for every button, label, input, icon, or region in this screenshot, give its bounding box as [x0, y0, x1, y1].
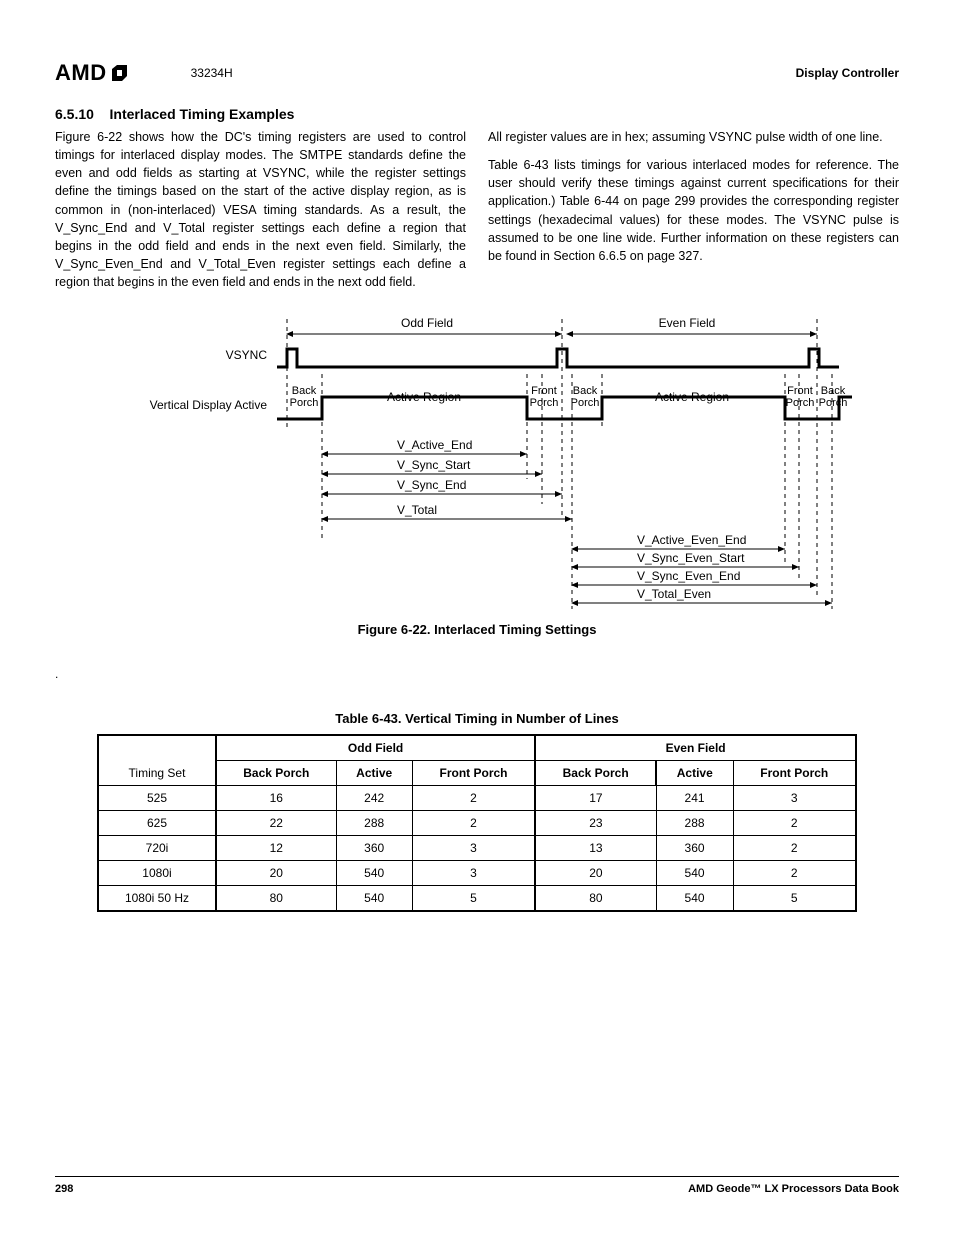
diagram-v-sync-start: V_Sync_Start — [397, 458, 471, 472]
table-cell: 80 — [535, 886, 656, 912]
table-cell: 1080i — [98, 861, 216, 886]
table-cell: 17 — [535, 786, 656, 811]
table-cell: 540 — [336, 861, 412, 886]
table-cell: 1080i 50 Hz — [98, 886, 216, 912]
diagram-v-sync-end: V_Sync_End — [397, 478, 466, 492]
diagram-v-active-even-end: V_Active_Even_End — [637, 533, 746, 547]
table-cell: 20 — [216, 861, 336, 886]
table-6-43: Timing Set Odd Field Even Field Back Por… — [97, 734, 857, 912]
table-cell: 540 — [336, 886, 412, 912]
diagram-front-porch-2: FrontPorch — [786, 385, 815, 409]
diagram-v-active-end: V_Active_End — [397, 438, 472, 452]
logo-text: AMD — [55, 60, 107, 86]
paragraph-2: All register values are in hex; assuming… — [488, 128, 899, 146]
diagram-active-region-2: Active Region — [655, 390, 729, 404]
table-row: 625222882232882 — [98, 811, 856, 836]
page-number: 298 — [55, 1183, 73, 1195]
col-group-odd: Odd Field — [216, 735, 535, 761]
table-cell: 3 — [412, 836, 535, 861]
diagram-v-total-even: V_Total_Even — [637, 587, 711, 601]
table-cell: 2 — [412, 786, 535, 811]
diagram-odd-field-label: Odd Field — [401, 316, 453, 330]
col-even-active: Active — [656, 761, 733, 786]
table-cell: 525 — [98, 786, 216, 811]
diagram-v-total: V_Total — [397, 503, 437, 517]
table-cell: 625 — [98, 811, 216, 836]
col-even-back-porch: Back Porch — [535, 761, 656, 786]
col-odd-back-porch: Back Porch — [216, 761, 336, 786]
diagram-v-sync-even-start: V_Sync_Even_Start — [637, 551, 745, 565]
col-odd-front-porch: Front Porch — [412, 761, 535, 786]
figure-caption: Figure 6-22. Interlaced Timing Settings — [55, 622, 899, 637]
paragraph-3: Table 6-43 lists timings for various int… — [488, 156, 899, 265]
diagram-back-porch-2: BackPorch — [571, 385, 600, 409]
table-cell: 540 — [656, 861, 733, 886]
footer-title: AMD Geode™ LX Processors Data Book — [688, 1183, 899, 1195]
paragraph-1: Figure 6-22 shows how the DC's timing re… — [55, 128, 466, 291]
figure-6-22: Odd Field Even Field VSYNC — [55, 309, 899, 637]
table-cell: 2 — [733, 811, 856, 836]
table-cell: 2 — [412, 811, 535, 836]
col-odd-active: Active — [336, 761, 412, 786]
table-cell: 16 — [216, 786, 336, 811]
diagram-front-porch-1: FrontPorch — [530, 385, 559, 409]
table-cell: 288 — [336, 811, 412, 836]
table-cell: 3 — [733, 786, 856, 811]
page-footer: 298 AMD Geode™ LX Processors Data Book — [55, 1176, 899, 1195]
table-row: 1080i 50 Hz805405805405 — [98, 886, 856, 912]
diagram-vsync-label: VSYNC — [226, 348, 268, 362]
table-cell: 3 — [412, 861, 535, 886]
table-cell: 288 — [656, 811, 733, 836]
table-cell: 360 — [656, 836, 733, 861]
table-cell: 360 — [336, 836, 412, 861]
table-cell: 540 — [656, 886, 733, 912]
table-cell: 22 — [216, 811, 336, 836]
table-cell: 241 — [656, 786, 733, 811]
page: AMD 33234H Display Controller 6.5.10 Int… — [0, 0, 954, 1235]
section-title: Interlaced Timing Examples — [110, 106, 295, 122]
table-row: 525162422172413 — [98, 786, 856, 811]
diagram-v-sync-even-end: V_Sync_Even_End — [637, 569, 740, 583]
section-number: 6.5.10 — [55, 106, 94, 122]
col-timing-set: Timing Set — [98, 735, 216, 786]
col-group-even: Even Field — [535, 735, 856, 761]
diagram-even-field-label: Even Field — [659, 316, 716, 330]
diagram-back-porch-1: BackPorch — [290, 385, 319, 409]
table-cell: 5 — [412, 886, 535, 912]
page-header: AMD 33234H Display Controller — [55, 60, 899, 86]
table-cell: 20 — [535, 861, 656, 886]
body-text: Figure 6-22 shows how the DC's timing re… — [55, 128, 899, 291]
col-even-front-porch: Front Porch — [733, 761, 856, 786]
table-row: 720i123603133602 — [98, 836, 856, 861]
timing-diagram-svg: Odd Field Even Field VSYNC — [97, 309, 857, 609]
logo-arrow-icon — [111, 64, 131, 82]
doc-number: 33234H — [191, 66, 233, 80]
table-cell: 13 — [535, 836, 656, 861]
diagram-active-region-1: Active Region — [387, 390, 461, 404]
table-cell: 720i — [98, 836, 216, 861]
header-section-title: Display Controller — [796, 66, 899, 80]
table-row: 1080i205403205402 — [98, 861, 856, 886]
table-cell: 242 — [336, 786, 412, 811]
brand-logo: AMD — [55, 60, 131, 86]
table-cell: 5 — [733, 886, 856, 912]
table-cell: 23 — [535, 811, 656, 836]
table-cell: 12 — [216, 836, 336, 861]
table-cell: 80 — [216, 886, 336, 912]
table-cell: 2 — [733, 861, 856, 886]
diagram-back-porch-3: BackPorch — [819, 385, 848, 409]
section-heading: 6.5.10 Interlaced Timing Examples — [55, 106, 899, 122]
diagram-vda-label: Vertical Display Active — [150, 398, 268, 412]
table-cell: 2 — [733, 836, 856, 861]
table-caption: Table 6-43. Vertical Timing in Number of… — [55, 711, 899, 726]
